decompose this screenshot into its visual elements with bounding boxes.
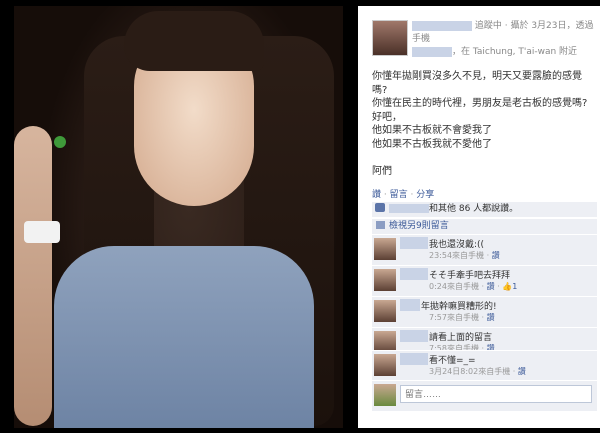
comment-time[interactable]: 3月24日8:02來自手機: [429, 367, 510, 376]
comment-text: 請看上面的留言: [429, 333, 493, 343]
comment-text: 年拋幹嘛買糟形的!: [421, 302, 497, 312]
liker-name-blurred[interactable]: [389, 204, 429, 213]
view-previous-label[interactable]: 檢視另9則留言: [389, 221, 449, 231]
likes-summary: 和其他 86 人都說讚。: [372, 202, 597, 217]
commenter-name-blurred[interactable]: [400, 268, 428, 280]
photo[interactable]: [14, 6, 343, 428]
comment-text: 我也還沒戴:((: [429, 240, 485, 250]
post-sidebar: 追蹤中 · 攝於 3月23日，透過手機 ，在 Taichung, T'ai-wa…: [358, 6, 600, 428]
author-name-blurred[interactable]: [412, 20, 472, 31]
comment-meta: 0:24來自手機 · 讚 · 👍1: [429, 282, 518, 291]
comment-text: 看不懂=_=: [429, 356, 476, 366]
commenter-name-blurred[interactable]: [400, 330, 428, 342]
comment-meta: 23:54來自手機 · 讚: [429, 251, 500, 260]
comment-like-link[interactable]: 讚: [487, 282, 495, 291]
location-blurred: [412, 46, 452, 57]
commenter-avatar[interactable]: [374, 269, 396, 291]
commenter-name-blurred[interactable]: [400, 237, 428, 249]
comment-time[interactable]: 23:54來自手機: [429, 251, 484, 260]
comment-like-count[interactable]: 👍1: [502, 282, 517, 291]
view-previous-comments[interactable]: 檢視另9則留言: [372, 218, 597, 234]
comment-text: そそ手牽手吧去拜拜: [429, 271, 511, 281]
photo-shirt: [54, 246, 314, 428]
post-actions: 讚 · 留言 · 分享: [372, 190, 435, 200]
commenter-avatar[interactable]: [374, 354, 396, 376]
comment-like-link[interactable]: 讚: [518, 367, 526, 376]
thumbs-up-icon: [375, 203, 385, 212]
post-text: 你懂年拋剛買沒多久不見，明天又要露臉的感覺嗎? 你懂在民主的時代裡，男朋友是老古…: [372, 71, 588, 177]
likes-text[interactable]: 和其他 86 人都說讚。: [429, 204, 518, 214]
post-meta: 追蹤中 · 攝於 3月23日，透過手機 ，在 Taichung, T'ai-wa…: [412, 20, 600, 59]
commenter-avatar[interactable]: [374, 238, 396, 260]
comment-like-count-value: 1: [512, 282, 518, 291]
comment-like-link[interactable]: 讚: [487, 313, 495, 322]
photo-arm: [14, 126, 52, 426]
comment-meta: 7:57來自手機 · 讚: [429, 313, 495, 322]
share-link[interactable]: 分享: [416, 190, 434, 200]
comment-link[interactable]: 留言: [390, 190, 408, 200]
comment-composer: [372, 380, 597, 411]
commenter-name-blurred[interactable]: [400, 353, 428, 365]
comment-time[interactable]: 7:57來自手機: [429, 313, 479, 322]
commenter-avatar[interactable]: [374, 300, 396, 322]
photo-viewer: [0, 0, 358, 433]
comment-meta: 3月24日8:02來自手機 · 讚: [429, 367, 526, 376]
like-link[interactable]: 讚: [372, 190, 381, 200]
post-header: 追蹤中 · 攝於 3月23日，透過手機 ，在 Taichung, T'ai-wa…: [372, 20, 597, 60]
post-meta-line2: ，在 Taichung, T'ai-wan 附近: [452, 47, 578, 57]
photo-bangs: [124, 11, 264, 71]
photo-light: [54, 136, 66, 148]
comment-item: 年拋幹嘛買糟形的! 7:57來自手機 · 讚: [372, 296, 597, 327]
comment-item: そそ手牽手吧去拜拜 0:24來自手機 · 讚 · 👍1: [372, 265, 597, 296]
comment-like-link[interactable]: 讚: [492, 251, 500, 260]
viewer-avatar: [374, 384, 396, 406]
author-avatar[interactable]: [372, 20, 408, 56]
comment-bubble-icon: [376, 221, 385, 229]
comment-time[interactable]: 0:24來自手機: [429, 282, 479, 291]
comment-item: 看不懂=_= 3月24日8:02來自手機 · 讚: [372, 350, 597, 381]
comment-item: 我也還沒戴:(( 23:54來自手機 · 讚: [372, 234, 597, 265]
comment-input[interactable]: [400, 385, 592, 403]
commenter-name-blurred[interactable]: [400, 299, 420, 311]
photo-watch: [24, 221, 60, 243]
